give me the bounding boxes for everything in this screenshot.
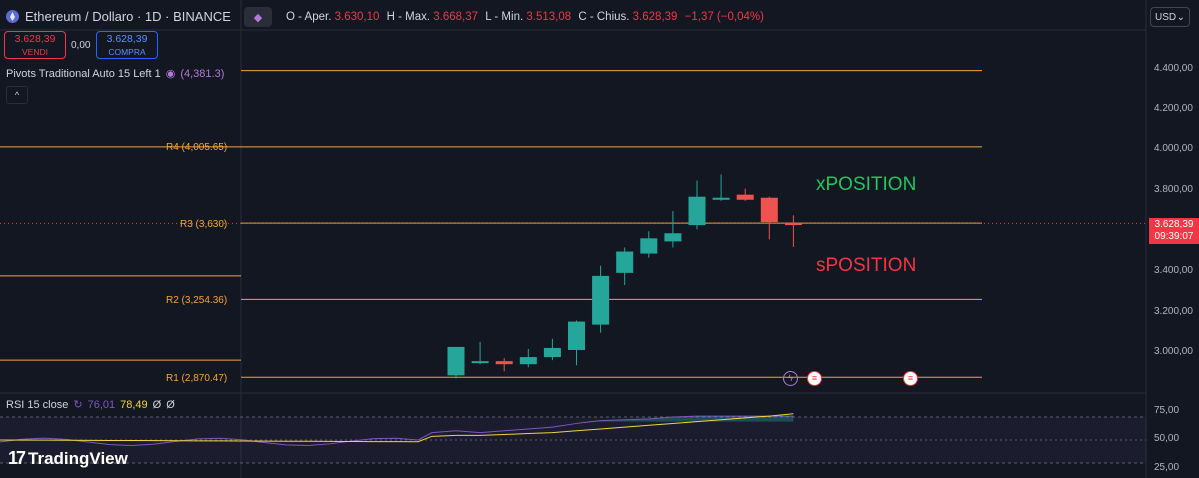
ohlc-legend: O - Aper. 3.630,10 H - Max. 3.668,37 L -… <box>286 11 764 23</box>
last-price-value: 3.628,39 <box>1154 219 1194 230</box>
close-label: C <box>578 11 587 23</box>
rsi-ma-value: 78,49 <box>120 398 148 411</box>
tradingview-wordmark: TradingView <box>28 448 128 468</box>
candle-body <box>447 346 465 376</box>
sell-button[interactable]: 3.628,39 VENDI <box>4 31 66 59</box>
bar-countdown: 09:39:07 <box>1154 231 1194 242</box>
candle-body <box>760 197 778 223</box>
y-tick-label: 4.000,00 <box>1154 143 1193 154</box>
pivot-label-r3: R3 (3,630) <box>180 219 228 230</box>
buy-price: 3.628,39 <box>106 33 148 45</box>
low-value: 3.513,08 <box>526 11 572 23</box>
candle-body <box>568 321 585 350</box>
high-prefix: - Max. <box>398 11 431 23</box>
buy-label: COMPRA <box>108 47 146 57</box>
rsi-empty-value: Ø <box>166 398 175 411</box>
pivot-label-r2: R2 (3,254.36) <box>166 295 228 306</box>
candle-body <box>640 238 658 254</box>
buy-button[interactable]: 3.628,39 COMPRA <box>96 31 158 59</box>
candle-body <box>712 197 730 200</box>
close-prefix: - Chius. <box>589 11 630 23</box>
y-tick-label: 3.200,00 <box>1154 306 1193 317</box>
candle-body <box>495 361 513 365</box>
high-value: 3.668,37 <box>433 11 479 23</box>
header-tools: ◆ <box>244 7 272 27</box>
pivot-indicator-title: Pivots Traditional Auto 15 Left 1 <box>6 67 161 80</box>
low-prefix: - Min. <box>494 11 524 23</box>
pivot-label-r4: R4 (4,005.65) <box>166 142 228 153</box>
loop-icon[interactable]: ↻ <box>73 398 82 411</box>
y-tick-label: 3.800,00 <box>1154 184 1193 195</box>
ethereum-icon <box>6 10 19 23</box>
currency-label: USD <box>1155 11 1177 23</box>
y-tick-label: 4.400,00 <box>1154 63 1193 74</box>
y-tick-label: 3.400,00 <box>1154 265 1193 276</box>
candle-body <box>592 275 610 325</box>
pivot-indicator-value: (4,381.3) <box>180 67 225 80</box>
y-tick-label: 4.200,00 <box>1154 103 1193 114</box>
us-flag-event-icon[interactable]: ≡ <box>903 371 918 386</box>
sell-price: 3.628,39 <box>14 33 56 45</box>
compare-icon[interactable]: ◆ <box>244 7 272 27</box>
chevron-up-icon: ^ <box>14 90 20 100</box>
symbol-label: Ethereum / Dollaro · 1D · BINANCE <box>25 9 231 24</box>
change-value: −1,37 (−0,04%) <box>684 11 764 23</box>
pivot-indicator-legend[interactable]: Pivots Traditional Auto 15 Left 1 ◉ (4,3… <box>6 67 225 81</box>
xposition-annotation[interactable]: xPOSITION <box>816 174 916 196</box>
high-label: H <box>386 11 395 23</box>
rsi-tick-label: 75,00 <box>1154 405 1180 416</box>
symbol-title[interactable]: Ethereum / Dollaro · 1D · BINANCE <box>6 9 231 24</box>
rsi-title: RSI 15 close <box>6 398 69 411</box>
rsi-legend[interactable]: RSI 15 close ↻ 76,01 78,49 Ø Ø <box>6 398 175 412</box>
y-tick-label: 3.000,00 <box>1154 346 1193 357</box>
rsi-empty-value: Ø <box>152 398 162 411</box>
open-prefix: - Aper. <box>298 11 332 23</box>
sposition-annotation[interactable]: sPOSITION <box>816 255 916 277</box>
candle-body <box>784 223 802 226</box>
last-price-tag: 3.628,39 09:39:07 <box>1149 218 1199 244</box>
sell-label: VENDI <box>22 47 48 57</box>
tradingview-logo: 17 TradingView <box>8 448 128 469</box>
low-label: L <box>485 11 492 23</box>
rsi-tick-label: 25,00 <box>1154 462 1180 473</box>
tradingview-mark-icon: 17 <box>8 448 26 468</box>
lightning-event-icon[interactable]: ϟ <box>783 371 798 386</box>
candle-body <box>471 361 489 364</box>
collapse-legend-button[interactable]: ^ <box>6 86 28 104</box>
candle-body <box>664 233 682 242</box>
candle-body <box>519 357 537 365</box>
open-label: O <box>286 11 295 23</box>
candle-body <box>543 347 561 358</box>
rsi-value: 76,01 <box>87 398 116 411</box>
us-flag-event-icon[interactable]: ≡ <box>807 371 822 386</box>
open-value: 3.630,10 <box>334 11 380 23</box>
currency-selector[interactable]: USD ⌄ <box>1150 7 1190 27</box>
candle-body <box>736 194 754 200</box>
candle-body <box>616 251 634 273</box>
chevron-down-icon: ⌄ <box>1176 11 1185 23</box>
spread-value: 0,00 <box>71 40 91 51</box>
eye-icon[interactable]: ◉ <box>166 67 176 80</box>
candle-body <box>688 196 706 226</box>
close-value: 3.628,39 <box>632 11 678 23</box>
pivot-label-r1: R1 (2,870.47) <box>166 373 228 384</box>
rsi-tick-label: 50,00 <box>1154 433 1180 444</box>
